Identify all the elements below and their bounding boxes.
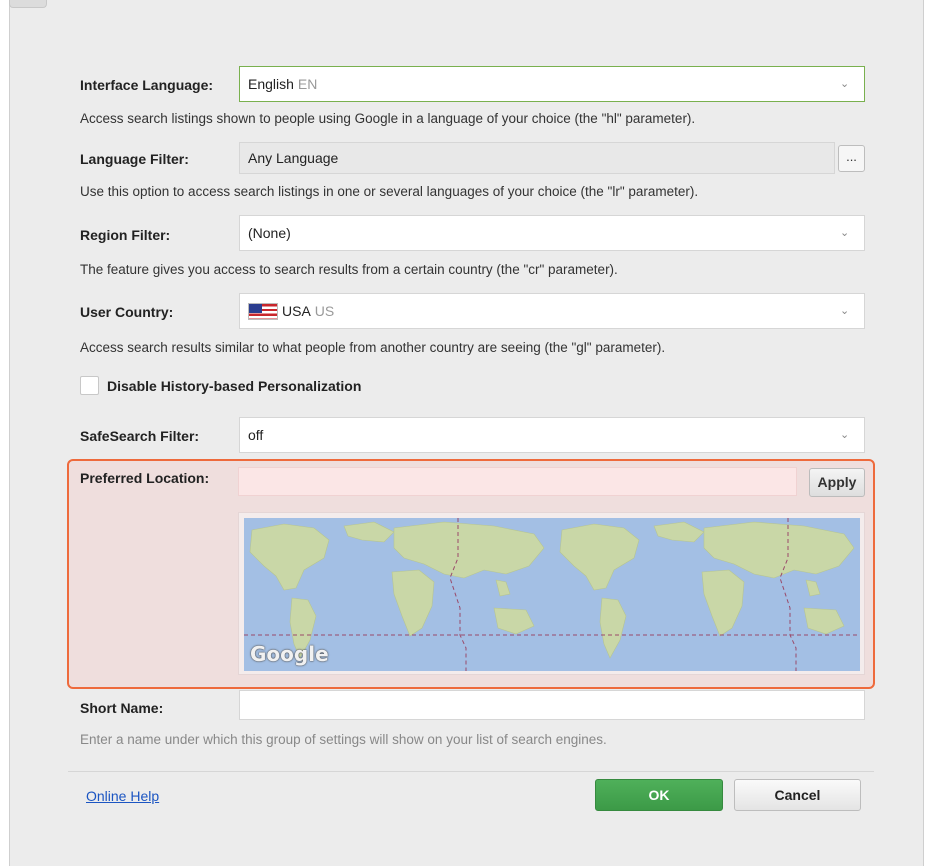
short-name-label: Short Name:: [80, 700, 164, 716]
apply-button[interactable]: Apply: [809, 468, 865, 497]
cancel-button[interactable]: Cancel: [734, 779, 861, 811]
short-name-input[interactable]: [239, 690, 865, 720]
region-filter-description: The feature gives you access to search r…: [80, 262, 618, 277]
language-filter-label: Language Filter:: [80, 151, 189, 167]
language-filter-field: Any Language: [239, 142, 835, 174]
preferred-location-input[interactable]: [238, 467, 797, 496]
safesearch-label: SafeSearch Filter:: [80, 428, 200, 444]
interface-language-value: English: [248, 76, 294, 92]
footer-divider: [68, 771, 874, 772]
chevron-down-icon: ⌄: [840, 227, 850, 239]
interface-language-label: Interface Language:: [80, 77, 214, 93]
preferred-location-label: Preferred Location:: [80, 470, 210, 486]
safesearch-select[interactable]: off ⌄: [239, 417, 865, 453]
dialog-tab[interactable]: [9, 0, 47, 8]
user-country-select[interactable]: USA US ⌄: [239, 293, 865, 329]
location-map[interactable]: Google: [244, 518, 860, 671]
chevron-down-icon: ⌄: [840, 305, 850, 317]
online-help-link[interactable]: Online Help: [86, 788, 159, 804]
us-flag-icon: [248, 302, 278, 320]
interface-language-description: Access search listings shown to people u…: [80, 111, 696, 126]
safesearch-value: off: [248, 427, 264, 443]
disable-history-checkbox[interactable]: [80, 376, 99, 395]
chevron-down-icon: ⌄: [840, 78, 850, 90]
google-logo: Google: [250, 642, 329, 666]
user-country-label: User Country:: [80, 304, 174, 320]
ok-button[interactable]: OK: [595, 779, 723, 811]
region-filter-value: (None): [248, 225, 291, 241]
region-filter-label: Region Filter:: [80, 227, 171, 243]
user-country-value: USA: [282, 303, 311, 319]
language-filter-browse-button[interactable]: ...: [838, 145, 865, 172]
chevron-down-icon: ⌄: [840, 429, 850, 441]
user-country-description: Access search results similar to what pe…: [80, 340, 666, 355]
language-filter-value: Any Language: [248, 150, 339, 166]
short-name-hint: Enter a name under which this group of s…: [80, 732, 607, 747]
region-filter-select[interactable]: (None) ⌄: [239, 215, 865, 251]
language-filter-description: Use this option to access search listing…: [80, 184, 699, 199]
disable-history-label[interactable]: Disable History-based Personalization: [107, 378, 361, 394]
interface-language-select[interactable]: English EN ⌄: [239, 66, 865, 102]
interface-language-code: EN: [297, 76, 318, 92]
user-country-code: US: [314, 303, 335, 319]
